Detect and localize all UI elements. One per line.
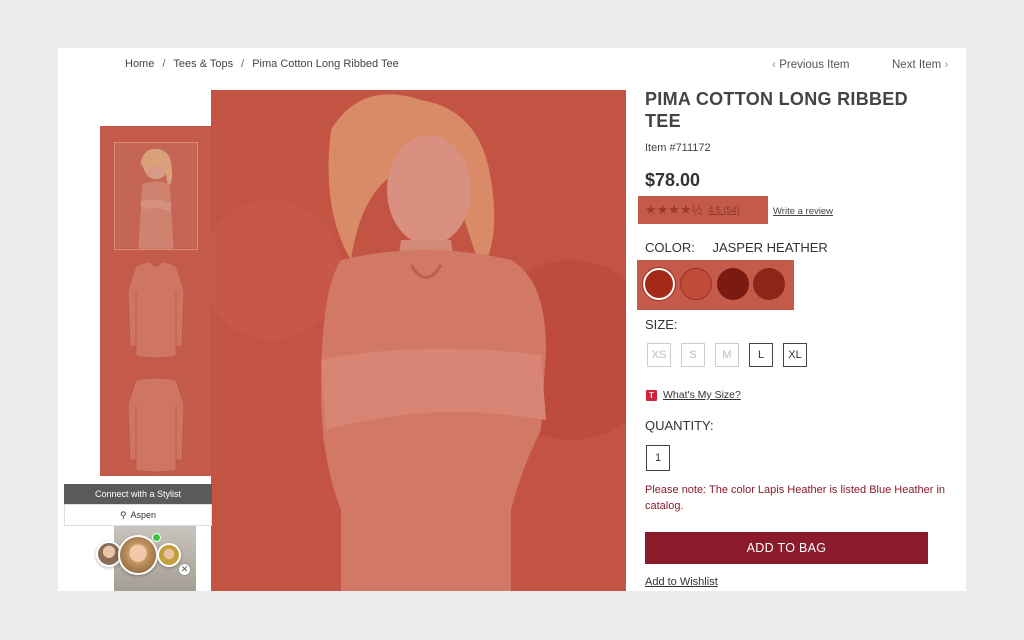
main-product-image[interactable] <box>211 90 626 591</box>
stylist-avatar-main[interactable] <box>118 535 158 575</box>
selected-color-name: JASPER HEATHER <box>712 240 828 255</box>
add-to-wishlist-link[interactable]: Add to Wishlist <box>645 576 718 588</box>
tee-back-thumbnail-image <box>127 377 185 473</box>
size-option-m[interactable]: M <box>715 343 739 367</box>
size-option-s[interactable]: S <box>681 343 705 367</box>
chevron-left-icon: ‹ <box>772 57 776 71</box>
product-page: Home / Tees & Tops / Pima Cotton Long Ri… <box>58 48 966 591</box>
rating-summary[interactable]: ★★★★½ 4.5 (54) <box>638 196 768 224</box>
color-swatch-selected[interactable] <box>643 268 675 300</box>
thumbnail-front[interactable] <box>114 260 198 368</box>
color-swatches <box>637 260 794 310</box>
add-to-bag-button[interactable]: ADD TO BAG <box>645 532 928 564</box>
write-review-link[interactable]: Write a review <box>773 206 833 217</box>
next-item-label: Next Item <box>892 59 942 71</box>
size-label: SIZE: <box>645 317 678 332</box>
stylist-location: ⚲ Aspen <box>64 504 212 526</box>
product-title: PIMA COTTON LONG RIBBED TEE <box>645 89 908 131</box>
chevron-right-icon: › <box>944 57 949 71</box>
quantity-label: QUANTITY: <box>645 418 714 433</box>
connect-stylist-button[interactable]: Connect with a Stylist <box>64 484 212 504</box>
product-price: $78.00 <box>645 170 701 190</box>
breadcrumb-separator: / <box>162 58 166 70</box>
stylist-avatar[interactable] <box>157 543 181 567</box>
color-selector-label: COLOR: JASPER HEATHER <box>645 240 828 255</box>
breadcrumb-current: Pima Cotton Long Ribbed Tee <box>252 58 399 70</box>
model-thumbnail-image <box>115 143 197 249</box>
color-swatch[interactable] <box>717 268 749 300</box>
thumbnail-column <box>100 126 212 476</box>
breadcrumb-separator: / <box>241 58 245 70</box>
map-pin-icon: ⚲ <box>119 509 127 520</box>
breadcrumb-category[interactable]: Tees & Tops <box>173 58 233 70</box>
quantity-input[interactable]: 1 <box>646 445 670 471</box>
whats-my-size-link[interactable]: T What's My Size? <box>646 389 741 401</box>
size-option-xs[interactable]: XS <box>647 343 671 367</box>
breadcrumb: Home / Tees & Tops / Pima Cotton Long Ri… <box>125 58 399 70</box>
color-label: COLOR: <box>645 240 695 255</box>
online-status-icon <box>152 533 161 542</box>
breadcrumb-home[interactable]: Home <box>125 58 154 70</box>
whats-my-size-label: What's My Size? <box>663 389 741 401</box>
size-options: XS S M L XL <box>647 343 807 367</box>
item-number: Item #711172 <box>645 142 711 154</box>
size-option-xl[interactable]: XL <box>783 343 807 367</box>
next-item-link[interactable]: Next Item › <box>892 57 948 71</box>
model-photo <box>211 90 626 591</box>
previous-item-link[interactable]: ‹ Previous Item <box>772 57 850 71</box>
stylist-location-label: Aspen <box>130 510 157 520</box>
previous-item-label: Previous Item <box>779 59 850 71</box>
truefit-icon: T <box>646 389 657 401</box>
color-note: Please note: The color Lapis Heather is … <box>645 484 946 512</box>
tee-front-thumbnail-image <box>127 261 185 359</box>
rating-count-link[interactable]: 4.5 (54) <box>708 205 739 215</box>
size-option-l[interactable]: L <box>749 343 773 367</box>
color-swatch[interactable] <box>680 268 712 300</box>
color-swatch[interactable] <box>753 268 785 300</box>
close-icon[interactable]: ✕ <box>178 563 191 576</box>
star-rating-icon: ★★★★½ <box>645 202 703 217</box>
thumbnail-back[interactable] <box>114 374 198 482</box>
thumbnail-model[interactable] <box>114 142 198 250</box>
